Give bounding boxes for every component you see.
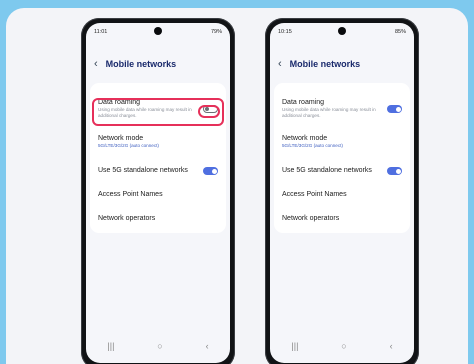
nav-bar: ||| ○ ‹ [270,341,414,351]
use-5g-label: Use 5G standalone networks [98,167,188,174]
network-operators-label: Network operators [98,215,156,222]
toggle-knob [395,106,401,112]
toggle-knob [395,168,401,174]
setting-apn[interactable]: Access Point Names [98,191,218,198]
nav-bar: ||| ○ ‹ [86,341,230,351]
data-roaming-sub: Using mobile data while roaming may resu… [282,107,376,118]
status-time: 11:01 [94,29,108,35]
page-title: Mobile networks [289,59,361,69]
setting-apn[interactable]: Access Point Names [282,191,402,198]
back-nav-icon[interactable]: ‹ [206,341,209,351]
status-battery: 79% [210,29,222,35]
header: ‹ Mobile networks [278,59,361,70]
toggle-knob [211,168,217,174]
back-nav-icon[interactable]: ‹ [390,341,393,351]
setting-network-operators[interactable]: Network operators [282,215,402,222]
phone-left: 11:01 79% ‹ Mobile networks Data roaming… [81,18,235,364]
use-5g-label: Use 5G standalone networks [282,167,372,174]
recent-apps-icon[interactable]: ||| [291,341,298,351]
setting-network-mode[interactable]: Network mode 5G/LTE/3G/2G (auto connect) [282,135,402,149]
network-operators-label: Network operators [282,215,340,222]
network-mode-label: Network mode [282,135,328,142]
highlight-toggle [198,105,220,118]
home-icon[interactable]: ○ [341,341,346,351]
home-icon[interactable]: ○ [157,341,162,351]
status-time: 10:15 [278,29,292,35]
network-mode-sub: 5G/LTE/3G/2G (auto connect) [98,143,159,148]
setting-network-operators[interactable]: Network operators [98,215,218,222]
use-5g-toggle[interactable] [203,167,218,175]
network-mode-label: Network mode [98,135,144,142]
settings-card: Data roaming Using mobile data while roa… [274,83,410,233]
header: ‹ Mobile networks [94,59,177,70]
status-battery: 85% [394,29,406,35]
status-bar: 10:15 85% [278,27,406,37]
screen-left: 11:01 79% ‹ Mobile networks Data roaming… [86,23,230,363]
setting-use-5g[interactable]: Use 5G standalone networks [98,167,218,174]
content-frame: 11:01 79% ‹ Mobile networks Data roaming… [6,8,468,364]
screen-right: 10:15 85% ‹ Mobile networks Data roaming… [270,23,414,363]
network-mode-sub: 5G/LTE/3G/2G (auto connect) [282,143,343,148]
chevron-left-icon[interactable]: ‹ [278,59,282,70]
apn-label: Access Point Names [282,191,347,198]
setting-network-mode[interactable]: Network mode 5G/LTE/3G/2G (auto connect) [98,135,218,149]
page-title: Mobile networks [105,59,177,69]
status-bar: 11:01 79% [94,27,222,37]
apn-label: Access Point Names [98,191,163,198]
data-roaming-label: Data roaming [282,99,325,106]
setting-data-roaming[interactable]: Data roaming Using mobile data while roa… [282,99,402,119]
setting-use-5g[interactable]: Use 5G standalone networks [282,167,402,174]
data-roaming-toggle[interactable] [387,105,402,113]
chevron-left-icon[interactable]: ‹ [94,59,98,70]
recent-apps-icon[interactable]: ||| [107,341,114,351]
phone-right: 10:15 85% ‹ Mobile networks Data roaming… [265,18,419,364]
use-5g-toggle[interactable] [387,167,402,175]
